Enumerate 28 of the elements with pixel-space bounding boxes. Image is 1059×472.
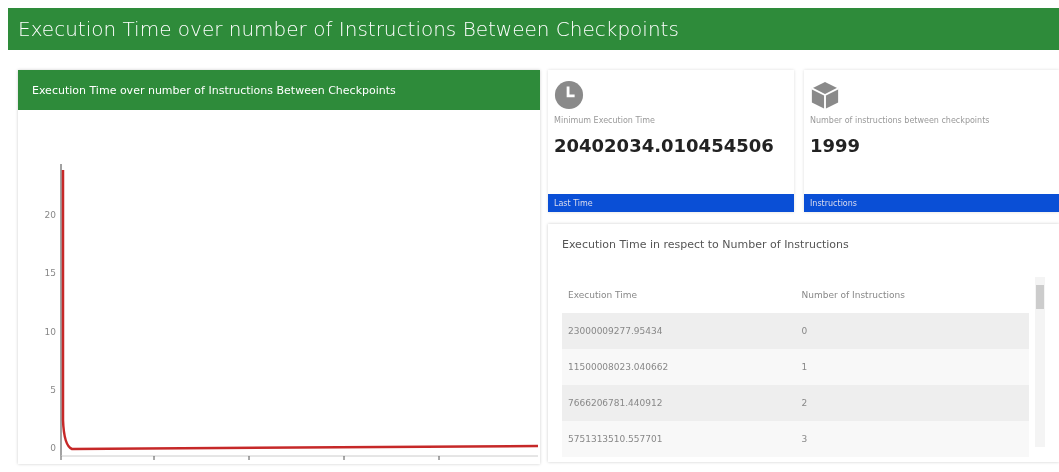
axis-tick-label: 0 bbox=[50, 443, 56, 454]
table-cell: 7666206781.440912 bbox=[562, 385, 796, 421]
table-cell: 11500008023.040662 bbox=[562, 349, 796, 385]
stat-footer-text: Instructions bbox=[810, 198, 857, 208]
axis-tick-label: 20 bbox=[44, 210, 56, 221]
scrollbar[interactable] bbox=[1035, 277, 1045, 447]
table-cell: 23000009277.95434 bbox=[562, 313, 796, 349]
column-header: Number of Instructions bbox=[795, 277, 1029, 313]
table-cell: 2 bbox=[795, 385, 1029, 421]
chart-title: Execution Time over number of Instructions Between Checkpoints bbox=[32, 83, 396, 97]
axis-tick-label: 15 bbox=[44, 268, 56, 280]
table-cell: 1 bbox=[795, 349, 1029, 385]
stat-value: 20402034.010454506 bbox=[554, 135, 775, 156]
scrollbar-thumb[interactable] bbox=[1036, 285, 1044, 309]
column-header: Execution Time bbox=[562, 277, 796, 313]
table-cell: 3 bbox=[795, 421, 1029, 457]
page-title: Execution Time over number of Instructions Between Checkpoints bbox=[18, 17, 679, 41]
table-title: Execution Time in respect to Number of Instructions bbox=[562, 238, 850, 251]
stat-label: Minimum Execution Time bbox=[554, 116, 656, 125]
clock-icon bbox=[554, 80, 584, 110]
axis-tick-label: 5 bbox=[50, 384, 56, 396]
stat-value: 1999 bbox=[810, 135, 862, 156]
table-cell: 0 bbox=[795, 313, 1029, 349]
axis-tick-label: 10 bbox=[44, 326, 56, 338]
stat-label: Number of instructions between checkpoints bbox=[810, 116, 991, 125]
stat-footer-text: Last Time bbox=[554, 198, 593, 208]
cube-icon bbox=[810, 80, 840, 110]
table-cell: 5751313510.557701 bbox=[562, 421, 796, 457]
